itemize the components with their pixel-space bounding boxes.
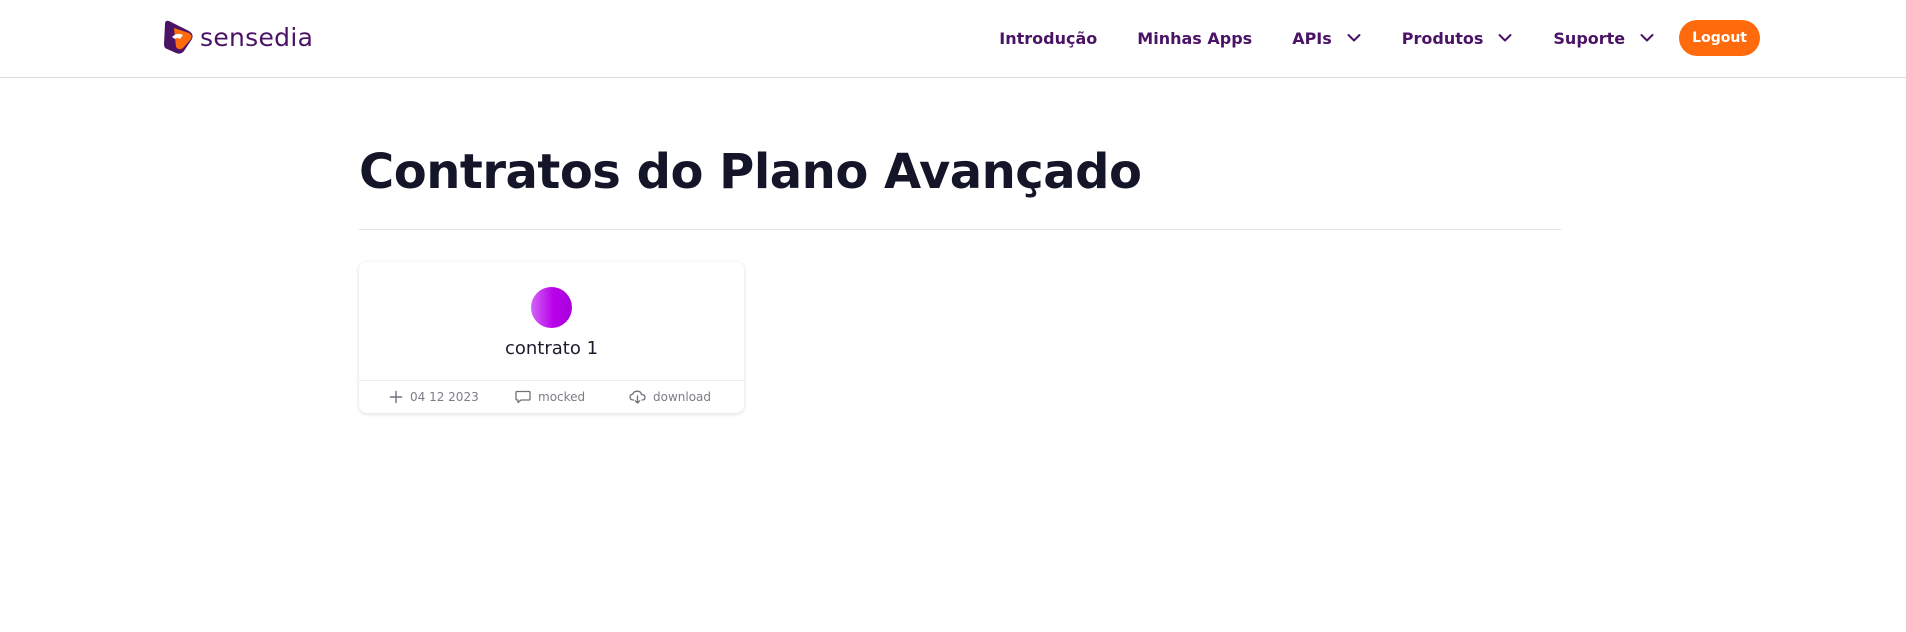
download-link[interactable]: download (629, 390, 711, 404)
plus-icon (389, 390, 403, 404)
nav-suporte[interactable]: Suporte (1553, 29, 1655, 48)
contract-date: 04 12 2023 (389, 390, 479, 404)
title-divider (359, 229, 1561, 230)
main-nav: Introdução Minhas Apps APIs Produtos Sup… (999, 20, 1760, 56)
chevron-down-icon (1347, 34, 1361, 42)
download-label: download (653, 390, 712, 404)
nav-introducao-label: Introdução (999, 28, 1098, 48)
nav-apis[interactable]: APIs (1292, 29, 1362, 48)
sensedia-logo[interactable]: sensedia (162, 19, 313, 55)
contract-avatar (531, 287, 572, 328)
nav-suporte-label: Suporte (1553, 28, 1626, 48)
logo-text: sensedia (200, 22, 314, 52)
contract-type: mocked (515, 390, 585, 404)
top-header: sensedia Introdução Minhas Apps APIs Pro… (0, 0, 1906, 78)
contract-type-text: mocked (538, 390, 586, 404)
nav-produtos[interactable]: Produtos (1402, 29, 1514, 48)
contract-card[interactable]: contrato 1 04 12 2023 mocked download (359, 262, 744, 413)
nav-produtos-label: Produtos (1401, 28, 1484, 48)
contract-date-text: 04 12 2023 (410, 390, 479, 404)
logout-button[interactable]: Logout (1679, 20, 1760, 56)
cloud-download-icon (629, 390, 646, 404)
page-title: Contratos do Plano Avançado (359, 144, 1142, 200)
chevron-down-icon (1640, 34, 1654, 42)
comment-icon (515, 390, 531, 404)
nav-introducao[interactable]: Introdução (999, 29, 1097, 48)
chevron-down-icon (1498, 34, 1512, 42)
contract-title: contrato 1 (504, 338, 599, 359)
card-footer: 04 12 2023 mocked download (359, 381, 744, 413)
nav-minhas-apps-label: Minhas Apps (1137, 28, 1253, 48)
sensedia-logo-icon (164, 20, 193, 54)
nav-apis-label: APIs (1292, 28, 1332, 48)
nav-minhas-apps[interactable]: Minhas Apps (1137, 29, 1252, 48)
